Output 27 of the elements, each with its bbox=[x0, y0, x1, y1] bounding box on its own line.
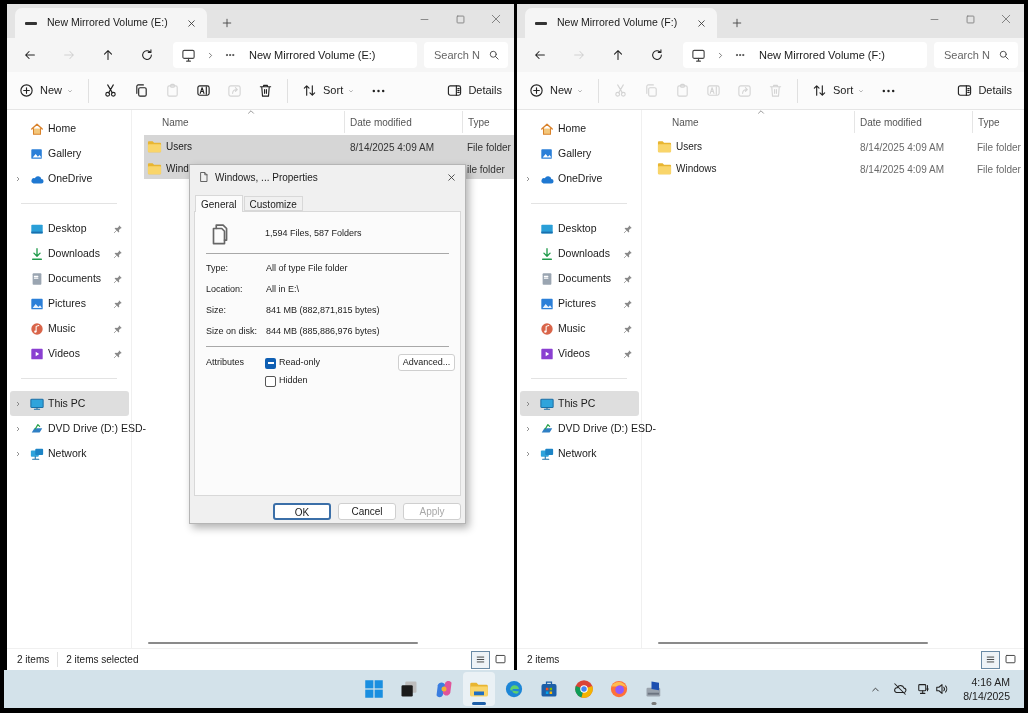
checkbox-label: Read-only bbox=[279, 356, 321, 370]
property-label: Location: bbox=[206, 282, 244, 296]
summary-text: 1,594 Files, 587 Folders bbox=[265, 227, 362, 241]
status-text: 2 items bbox=[526, 653, 561, 667]
checkbox-label: Hidden bbox=[279, 374, 308, 388]
type-cell: File folder bbox=[977, 142, 1021, 153]
type-cell: File folder bbox=[977, 164, 1021, 175]
property-label: Size on disk: bbox=[206, 324, 259, 338]
name-cell-text: Users bbox=[166, 139, 193, 154]
property-value: 841 MB (882,871,815 bytes) bbox=[266, 303, 380, 317]
type-cell: File folder bbox=[467, 142, 511, 153]
date-cell: 8/14/2025 4:09 AM bbox=[860, 142, 944, 153]
name-cell-text: Windows bbox=[676, 161, 717, 176]
status-text: 2 items bbox=[16, 653, 51, 667]
property-label: Size: bbox=[206, 303, 227, 317]
type-cell: ile folder bbox=[467, 164, 505, 175]
property-value: All of type File folder bbox=[266, 261, 348, 275]
date-cell: 8/14/2025 4:09 AM bbox=[860, 164, 944, 175]
date-cell: 8/14/2025 4:09 AM bbox=[350, 142, 434, 153]
property-label: Type: bbox=[206, 261, 229, 275]
property-value: 844 MB (885,886,976 bytes) bbox=[266, 324, 380, 338]
attributes-label: Attributes bbox=[206, 356, 246, 370]
status-text: 2 items selected bbox=[57, 652, 147, 667]
property-value: All in E:\ bbox=[266, 282, 299, 296]
name-cell-text: Users bbox=[676, 139, 703, 154]
name-cell-text: Wind bbox=[166, 161, 189, 176]
dialog-title: Windows, ... Properties bbox=[215, 170, 318, 185]
